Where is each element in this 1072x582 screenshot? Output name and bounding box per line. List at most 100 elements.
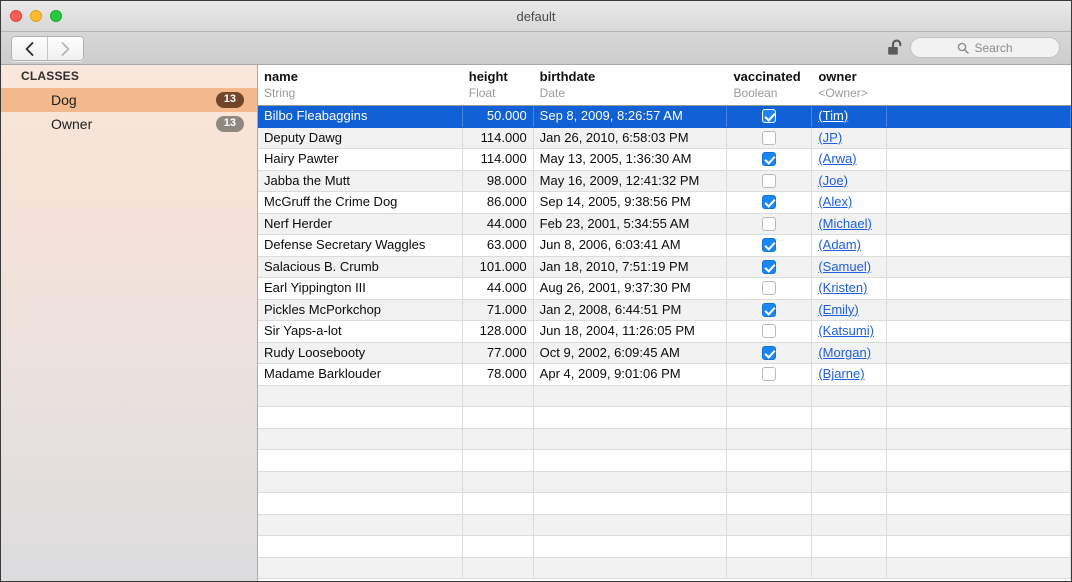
table-cell-height[interactable]: 50.000: [463, 106, 534, 127]
column-header-spacer[interactable]: [887, 65, 1071, 105]
table-cell-birthdate[interactable]: Jan 2, 2008, 6:44:51 PM: [534, 299, 728, 320]
table-cell-height[interactable]: 63.000: [463, 235, 534, 256]
table-cell-name[interactable]: Salacious B. Crumb: [258, 256, 463, 277]
table-cell-vaccinated[interactable]: [727, 321, 813, 342]
table-cell-owner[interactable]: (Katsumi): [812, 321, 888, 342]
checkbox-unchecked[interactable]: [762, 281, 777, 295]
table-cell-name[interactable]: Nerf Herder: [258, 213, 463, 234]
search-input[interactable]: Search: [910, 37, 1060, 58]
table-cell-birthdate[interactable]: Aug 26, 2001, 9:37:30 PM: [534, 278, 728, 299]
table-cell-height[interactable]: 78.000: [463, 364, 534, 385]
table-cell-name[interactable]: Jabba the Mutt: [258, 170, 463, 191]
table-cell-height[interactable]: 114.000: [463, 149, 534, 170]
owner-relationship-link[interactable]: (Michael): [818, 216, 871, 231]
checkbox-unchecked[interactable]: [762, 173, 777, 188]
table-cell-birthdate[interactable]: Jan 18, 2010, 7:51:19 PM: [534, 256, 728, 277]
table-row[interactable]: Defense Secretary Waggles 63.000 Jun 8, 20…: [258, 235, 1071, 257]
table-cell-vaccinated[interactable]: [727, 170, 813, 191]
table-cell-height[interactable]: 44.000: [463, 278, 534, 299]
table-row-empty[interactable]: [258, 493, 1071, 515]
table-cell-owner[interactable]: (JP): [812, 127, 888, 148]
table-row[interactable]: Pickles McPorkchop 71.000 Jan 2, 2008, 6:4…: [258, 299, 1071, 321]
table-cell-name[interactable]: McGruff the Crime Dog: [258, 192, 463, 213]
table-cell-owner[interactable]: (Alex): [812, 192, 888, 213]
checkbox-checked[interactable]: [762, 345, 777, 360]
table-row[interactable]: Nerf Herder 44.000 Feb 23, 2001, 5:34:55 A…: [258, 213, 1071, 235]
table-cell-birthdate[interactable]: May 16, 2009, 12:41:32 PM: [534, 170, 728, 191]
table-row[interactable]: Earl Yippington III 44.000 Aug 26, 2001, 9…: [258, 278, 1071, 300]
table-cell-vaccinated[interactable]: [727, 235, 813, 256]
checkbox-checked[interactable]: [762, 195, 777, 209]
table-cell-birthdate[interactable]: Apr 4, 2009, 9:01:06 PM: [534, 364, 728, 385]
table-cell-name[interactable]: Pickles McPorkchop: [258, 299, 463, 320]
table-cell-birthdate[interactable]: Jun 18, 2004, 11:26:05 PM: [534, 321, 728, 342]
owner-relationship-link[interactable]: (Joe): [818, 173, 848, 188]
table-cell-birthdate[interactable]: Jan 26, 2010, 6:58:03 PM: [534, 127, 728, 148]
back-button[interactable]: [12, 37, 47, 60]
table-row[interactable]: Bilbo Fleabaggins 50.000 Sep 8, 2009, 8:26…: [258, 106, 1071, 128]
table-row-empty[interactable]: [258, 407, 1071, 429]
table-row[interactable]: Hairy Pawter 114.000 May 13, 2005, 1:36:30…: [258, 149, 1071, 171]
table-cell-vaccinated[interactable]: [727, 192, 813, 213]
table-cell-height[interactable]: 44.000: [463, 213, 534, 234]
column-header-owner[interactable]: owner <Owner>: [812, 65, 887, 105]
checkbox-checked[interactable]: [762, 238, 777, 252]
table-cell-owner[interactable]: (Samuel): [812, 256, 888, 277]
table-row-empty[interactable]: [258, 471, 1071, 493]
table-cell-height[interactable]: 77.000: [463, 342, 534, 363]
owner-relationship-link[interactable]: (Kristen): [818, 280, 867, 295]
table-cell-owner[interactable]: (Arwa): [812, 149, 888, 170]
table-cell-vaccinated[interactable]: [727, 299, 813, 320]
owner-relationship-link[interactable]: (Alex): [818, 194, 852, 209]
table-cell-name[interactable]: Hairy Pawter: [258, 149, 463, 170]
table-cell-birthdate[interactable]: May 13, 2005, 1:36:30 AM: [534, 149, 728, 170]
table-cell-birthdate[interactable]: Jun 8, 2006, 6:03:41 AM: [534, 235, 728, 256]
column-header-vaccinated[interactable]: vaccinated Boolean: [727, 65, 812, 105]
table-cell-vaccinated[interactable]: [727, 106, 813, 127]
table-cell-height[interactable]: 101.000: [463, 256, 534, 277]
table-cell-name[interactable]: Deputy Dawg: [258, 127, 463, 148]
table-row[interactable]: McGruff the Crime Dog 86.000 Sep 14, 2005,…: [258, 192, 1071, 214]
table-cell-birthdate[interactable]: Sep 14, 2005, 9:38:56 PM: [534, 192, 728, 213]
table-cell-owner[interactable]: (Emily): [812, 299, 888, 320]
table-cell-name[interactable]: Madame Barklouder: [258, 364, 463, 385]
table-cell-birthdate[interactable]: Oct 9, 2002, 6:09:45 AM: [534, 342, 728, 363]
table-cell-owner[interactable]: (Adam): [812, 235, 888, 256]
owner-relationship-link[interactable]: (Morgan): [818, 345, 871, 360]
table-cell-owner[interactable]: (Michael): [812, 213, 888, 234]
sidebar-item-owner[interactable]: Owner 13: [1, 112, 257, 136]
table-cell-name[interactable]: Earl Yippington III: [258, 278, 463, 299]
table-row-empty[interactable]: [258, 428, 1071, 450]
table-cell-height[interactable]: 128.000: [463, 321, 534, 342]
checkbox-unchecked[interactable]: [762, 324, 777, 338]
table-cell-vaccinated[interactable]: [727, 278, 813, 299]
table-row[interactable]: Deputy Dawg 114.000 Jan 26, 2010, 6:58:03 …: [258, 127, 1071, 149]
table-row[interactable]: Sir Yaps-a-lot 128.000 Jun 18, 2004, 11:26…: [258, 321, 1071, 343]
table-cell-vaccinated[interactable]: [727, 342, 813, 363]
table-cell-owner[interactable]: (Kristen): [812, 278, 888, 299]
table-cell-owner[interactable]: (Tim): [812, 106, 888, 127]
owner-relationship-link[interactable]: (Emily): [818, 302, 858, 317]
table-row[interactable]: Madame Barklouder 78.000 Apr 4, 2009, 9:01…: [258, 364, 1071, 386]
table-cell-owner[interactable]: (Bjarne): [812, 364, 888, 385]
table-row-empty[interactable]: [258, 557, 1071, 579]
checkbox-unchecked[interactable]: [762, 216, 777, 231]
table-row-empty[interactable]: [258, 536, 1071, 558]
table-cell-owner[interactable]: (Morgan): [812, 342, 888, 363]
checkbox-checked[interactable]: [762, 109, 777, 123]
table-cell-vaccinated[interactable]: [727, 364, 813, 385]
table-cell-owner[interactable]: (Joe): [812, 170, 888, 191]
table-cell-name[interactable]: Rudy Loosebooty: [258, 342, 463, 363]
sidebar-item-dog[interactable]: Dog 13: [1, 88, 257, 112]
owner-relationship-link[interactable]: (Samuel): [818, 259, 871, 274]
checkbox-unchecked[interactable]: [762, 367, 777, 381]
owner-relationship-link[interactable]: (Tim): [818, 108, 848, 123]
table-cell-vaccinated[interactable]: [727, 127, 813, 148]
table-cell-height[interactable]: 114.000: [463, 127, 534, 148]
table-row[interactable]: Rudy Loosebooty 77.000 Oct 9, 2002, 6:09:4…: [258, 342, 1071, 364]
column-header-name[interactable]: name String: [258, 65, 463, 105]
checkbox-checked[interactable]: [762, 152, 777, 166]
table-row[interactable]: Jabba the Mutt 98.000 May 16, 2009, 12:41:…: [258, 170, 1071, 192]
table-row-empty[interactable]: [258, 385, 1071, 407]
table-cell-vaccinated[interactable]: [727, 213, 813, 234]
